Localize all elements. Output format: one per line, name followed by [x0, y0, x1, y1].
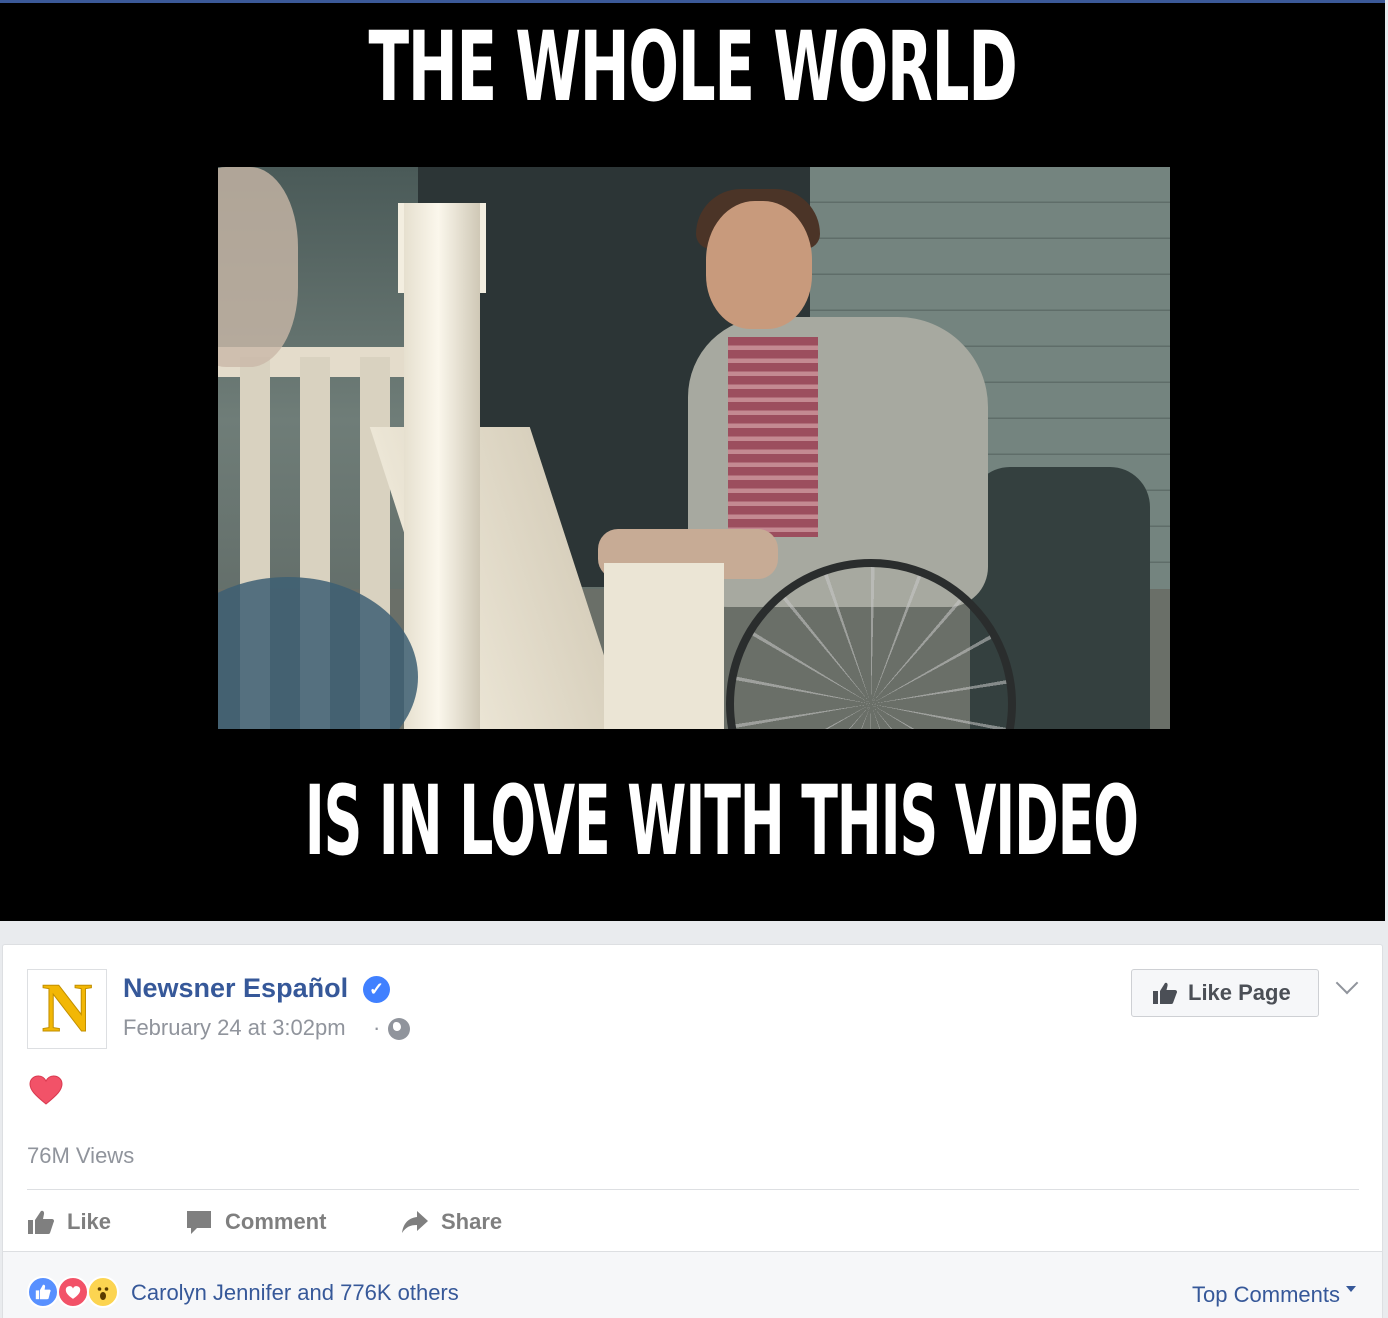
frame-boy-head [706, 201, 812, 329]
page-avatar[interactable]: N [27, 969, 107, 1049]
wow-reaction-icon [87, 1276, 119, 1308]
like-reaction-icon [27, 1276, 59, 1308]
comment-action-button[interactable]: Comment [185, 1203, 326, 1241]
reactions-bar: Carolyn Jennifer and 776K others Top Com… [3, 1251, 1382, 1318]
thumbs-up-icon [1152, 981, 1178, 1005]
like-action-button[interactable]: Like [27, 1203, 111, 1241]
like-page-button[interactable]: Like Page [1131, 969, 1319, 1017]
caret-down-icon [1346, 1286, 1356, 1292]
page-name-link[interactable]: Newsner Español [123, 973, 348, 1004]
post-card: N Newsner Español ✓ February 24 at 3:02p… [2, 944, 1383, 1318]
thumbs-up-icon [28, 1210, 54, 1234]
action-divider [27, 1189, 1359, 1190]
verified-badge-icon: ✓ [363, 976, 390, 1003]
reaction-icons[interactable] [27, 1276, 127, 1310]
like-action-label: Like [67, 1209, 112, 1234]
frame-boy-shirt [728, 337, 818, 537]
video-caption-bottom: IS IN LOVE WITH THIS VIDEO [304, 765, 1139, 877]
post-timestamp[interactable]: February 24 at 3:02pm [123, 1015, 346, 1041]
avatar-logo-letter: N [41, 970, 93, 1047]
video-caption-top: THE WHOLE WORLD [368, 11, 1018, 123]
chevron-down-icon[interactable] [1335, 971, 1359, 995]
view-count: 76M Views [27, 1143, 135, 1168]
comment-bubble-icon [187, 1211, 211, 1234]
timestamp-separator: · [373, 1015, 381, 1040]
top-comments-label: Top Comments [1192, 1282, 1340, 1307]
love-reaction-icon [57, 1276, 89, 1308]
reactions-summary-link[interactable]: Carolyn Jennifer and 776K others [131, 1280, 459, 1306]
heart-icon [29, 1075, 63, 1105]
share-action-label: Share [441, 1209, 503, 1234]
share-action-button[interactable]: Share [401, 1203, 502, 1241]
frame-rail-block [604, 563, 724, 729]
frame-blur-foreground [218, 167, 298, 367]
comment-action-label: Comment [225, 1209, 327, 1234]
like-page-label: Like Page [1188, 980, 1291, 1005]
video-player[interactable]: THE WHOLE WORLD IS IN LOVE WITH THIS VID… [0, 0, 1385, 921]
share-arrow-icon [402, 1211, 428, 1233]
video-frame[interactable] [218, 167, 1170, 729]
frame-post [404, 203, 480, 729]
top-comments-dropdown[interactable]: Top Comments [1192, 1282, 1356, 1308]
globe-icon [388, 1018, 410, 1040]
